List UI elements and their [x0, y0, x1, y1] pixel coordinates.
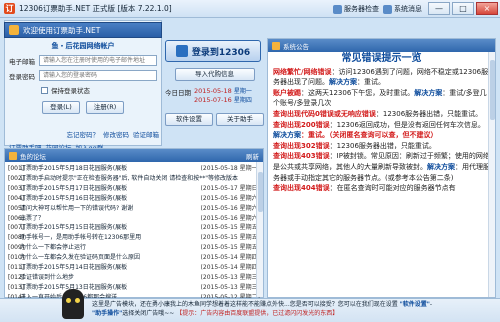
remember-row[interactable]: 保持登录状态: [41, 85, 161, 95]
change-password-link[interactable]: 修改密码: [103, 129, 129, 139]
announce-line-3: 查询出现代码0错误或无响应错误：12306服务器出错，只能重试。: [273, 109, 483, 118]
list-item[interactable]: [013] 订票助手2015年5月13日花园服务(展板 (2015-05-13 星期…: [8, 283, 260, 293]
remember-checkbox[interactable]: [41, 86, 48, 94]
account-panel: 鱼・后花园网络帐户 电子邮箱 登录密码 保持登录状态 登录(L) 注册(R) 忘…: [4, 20, 162, 152]
scroll-thumb[interactable]: [258, 172, 263, 212]
list-item[interactable]: [009] 为什么一下都会停止运行 (2015-05-15 星期五): [8, 243, 260, 253]
email-field[interactable]: [39, 55, 157, 66]
ad-text: 这里是广告模块，还在勇小康我上的木鱼同学想着着这样能不能赚点外快...您是否可以…: [92, 301, 433, 317]
verify-email-link[interactable]: 验证邮箱: [133, 129, 159, 139]
close-button[interactable]: ×: [476, 2, 498, 15]
announcement-title: 常见错误提示一览: [341, 53, 422, 64]
password-field[interactable]: [39, 70, 157, 81]
announce-line-1: 网络繁忙/网络错误：访问12306遇到了问题，网络不稳定或12306服务器出现了…: [273, 67, 489, 87]
today-label: 今日日期: [165, 89, 191, 97]
list-item[interactable]: [011] 订票助手2015年5月14日花园服务(展板 (2015-05-14 星期…: [8, 263, 260, 273]
refresh-button[interactable]: 刷新: [246, 151, 259, 161]
announce-line-5: 查询出现302错误：12306服务器出错，只能重试。: [273, 141, 436, 150]
forum-header: 鱼的论坛 刷新: [5, 149, 263, 162]
login-button[interactable]: 登录(L): [42, 101, 80, 114]
ad-bar: 这里是广告模块，还在勇小康我上的木鱼同学想着着这样能不能赚点外快...您是否可以…: [0, 289, 500, 322]
list-item[interactable]: [001] 订票助手2015年5月18日花园服务(展板 (2015-05-18 星期…: [8, 164, 260, 174]
scroll-thumb[interactable]: [490, 60, 495, 120]
cat-mascot-icon: [62, 289, 84, 319]
announcement-body: 常见错误提示一览 网络繁忙/网络错误：访问12306遇到了问题，网络不稳定或12…: [268, 52, 495, 196]
title-actions: 服务器检查 系统消息: [333, 4, 422, 14]
list-item[interactable]: [008] 助手帐号一，是用助手帐号转在12306那里用 (2015-05-15 星…: [8, 233, 260, 243]
remember-label: 保持登录状态: [51, 87, 90, 95]
software-settings-link[interactable]: "软件设置": [400, 301, 430, 308]
window-title: 12306订票助手.NET 正式版 [版本 7.22.1.0]: [19, 4, 172, 13]
forum-scrollbar[interactable]: [256, 162, 263, 297]
list-item[interactable]: [012] 验证错误到什么地步 (2015-05-13 星期三): [8, 273, 260, 283]
announce-line-6: 查询出现403错误：IP被封锁。常见原因：刷新过于频繁；使用的网络是公共或共享网…: [273, 152, 490, 182]
server-check-button[interactable]: 服务器检查: [333, 4, 379, 14]
title-bar: 订 12306订票助手.NET 正式版 [版本 7.22.1.0] 服务器检查 …: [0, 0, 500, 18]
list-item[interactable]: [007] 订票助手2015年5月15日花园服务(展板 (2015-05-15 星期…: [8, 223, 260, 233]
forum-list: [001] 订票助手2015年5月18日花园服务(展板 (2015-05-18 星期…: [5, 162, 263, 305]
import-agent-button[interactable]: 导入代购信息: [174, 68, 255, 81]
system-message-button[interactable]: 系统消息: [383, 4, 422, 14]
password-label: 登录密码: [9, 72, 35, 81]
list-item[interactable]: [005] 请问大神可以帮忙用一下的错误代码? 谢谢 (2015-05-16 星期六…: [8, 204, 260, 214]
email-label: 电子邮箱: [9, 57, 35, 66]
about-button[interactable]: 关于助手: [216, 113, 264, 126]
login-buttons: 登录(L) 注册(R): [5, 101, 161, 114]
announce-line-4: 查询出现200错误：12306返回成功，但是没有返回任何车次信息。解决方案：重试…: [273, 120, 485, 140]
window-controls: — □ ×: [428, 2, 498, 15]
app-icon: 订: [4, 3, 15, 14]
forgot-password-link[interactable]: 忘记密码？: [67, 129, 100, 139]
list-item[interactable]: [003] 订票助手2015年5月17日花园服务(展板 (2015-05-17 星期…: [8, 184, 260, 194]
welcome-banner: 欢迎使用订票助手.NET: [4, 22, 162, 38]
action-panel: 登录到12306 导入代购信息 今日日期 2015-05-18 星期一 2015…: [165, 40, 264, 146]
login-12306-button[interactable]: 登录到12306: [165, 40, 261, 62]
helper-ops-link[interactable]: "助手操作": [92, 310, 122, 317]
minimize-button[interactable]: —: [428, 2, 450, 15]
announce-line-2: 账户被踢：这两天12306下午您，及时重试。解决方案：重试/多登几个账号/多登录…: [273, 88, 487, 108]
list-item[interactable]: [002] 订票助手启动时提示"正在检查服务器"后, 软件自动关闭 请检查和按**…: [8, 174, 260, 184]
announce-line-7: 查询出现404错误：在匿名查询时可能对应的服务器节点有: [273, 184, 456, 193]
password-row: 登录密码: [9, 70, 157, 81]
weekday-2: 星期四: [233, 97, 252, 104]
forum-panel: 鱼的论坛 刷新 [001] 订票助手2015年5月18日花园服务(展板 (2015-…: [4, 148, 264, 301]
server-icon: [333, 4, 342, 14]
settings-row: 软件设置 关于助手: [165, 113, 264, 126]
forum-icon: [9, 151, 17, 160]
software-settings-button[interactable]: 软件设置: [165, 113, 213, 126]
date-1: 2015-05-18: [194, 87, 232, 95]
weekday-1: 星期一: [233, 88, 252, 95]
announcement-panel: 系统公告 常见错误提示一览 网络繁忙/网络错误：访问12306遇到了问题，网络不…: [267, 38, 496, 298]
login-icon: [175, 45, 188, 57]
cat-eye-icon: [75, 298, 80, 303]
email-row: 电子邮箱: [9, 55, 157, 66]
cat-eye-icon: [66, 298, 71, 303]
maximize-button[interactable]: □: [452, 2, 474, 15]
list-item[interactable]: [010] 为什么一车都会久发在验证码页面是什么原因 (2015-05-14 星期四…: [8, 253, 260, 263]
list-item[interactable]: [004] 订票助手2015年5月16日花园服务(展板 (2015-05-16 星期…: [8, 194, 260, 204]
date-2: 2015-07-16: [194, 96, 232, 104]
list-item[interactable]: [006] 出票了？ (2015-05-16 星期六): [8, 214, 260, 224]
account-title: 鱼・后花园网络帐户: [51, 42, 115, 50]
date-info: 今日日期 2015-05-18 星期一 2015-07-16 星期四: [165, 87, 264, 105]
announcement-icon: [272, 41, 280, 50]
announcement-header: 系统公告: [268, 39, 495, 52]
register-button[interactable]: 注册(R): [86, 101, 124, 114]
welcome-icon: [9, 25, 19, 35]
message-icon: [383, 4, 392, 14]
announcement-scrollbar[interactable]: [488, 52, 495, 297]
